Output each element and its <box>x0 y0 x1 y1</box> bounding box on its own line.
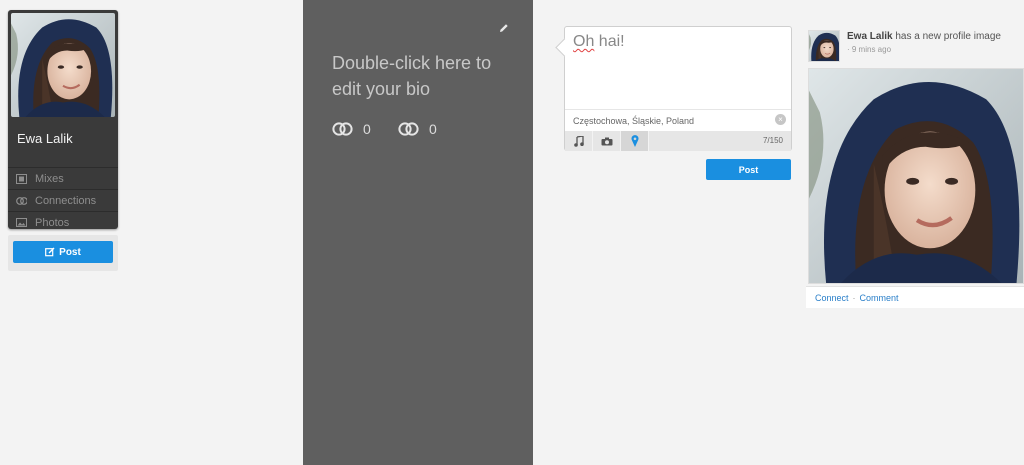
feed-photo[interactable] <box>808 68 1024 284</box>
add-location-button[interactable] <box>621 131 649 151</box>
bio-placeholder[interactable]: Double-click here to edit your bio <box>332 50 522 102</box>
composer-textarea[interactable]: Oh hai! <box>573 33 783 105</box>
composer-toolbar: 7/150 <box>565 131 791 151</box>
connections-icon <box>16 196 27 206</box>
clear-location-icon[interactable]: × <box>775 114 786 125</box>
stat-value: 0 <box>429 121 437 137</box>
feed-item: Ewa Lalik has a new profile image · 9 mi… <box>806 24 1024 308</box>
nav-item-mixes[interactable]: Mixes <box>8 167 118 189</box>
post-button-label: Post <box>59 246 81 258</box>
post-button-wrapper: Post <box>8 235 118 271</box>
nav-label: Mixes <box>35 172 64 185</box>
feed-time: · 9 mins ago <box>847 45 892 54</box>
feed-actions: Connect · Comment <box>806 286 1024 308</box>
mixes-icon <box>16 173 27 184</box>
composer-post-button[interactable]: Post <box>706 159 791 180</box>
feed-action: has a new profile image <box>892 31 1001 42</box>
char-count: 7/150 <box>762 136 783 145</box>
post-composer: Oh hai! Częstochowa, Śląskie, Poland × 7… <box>564 26 792 151</box>
nav-label: Connections <box>35 194 97 207</box>
location-pin-icon <box>631 135 638 147</box>
nav-item-connections[interactable]: Connections <box>8 189 118 211</box>
profile-avatar[interactable] <box>11 13 115 117</box>
profile-card: Ewa Lalik Mixes Connections Photos <box>8 10 118 229</box>
stat-connections-1[interactable]: 0 <box>332 121 371 137</box>
connections-icon <box>398 122 419 136</box>
pencil-icon[interactable] <box>499 20 509 38</box>
post-button[interactable]: Post <box>13 241 113 263</box>
add-photo-button[interactable] <box>593 131 621 151</box>
connect-link[interactable]: Connect <box>815 293 849 303</box>
action-separator: · <box>852 292 856 303</box>
add-music-button[interactable] <box>565 131 593 151</box>
feed-headline: Ewa Lalik has a new profile image <box>847 31 1001 42</box>
compose-icon <box>45 247 55 257</box>
music-icon <box>573 135 584 147</box>
camera-icon <box>601 137 612 145</box>
profile-name[interactable]: Ewa Lalik <box>17 131 73 146</box>
connections-icon <box>332 122 353 136</box>
bio-panel: Double-click here to edit your bio 0 0 <box>303 0 533 465</box>
composer-text-rest: hai! <box>594 33 625 50</box>
photos-icon <box>16 218 27 228</box>
nav-item-photos[interactable]: Photos <box>8 211 118 229</box>
stat-connections-2[interactable]: 0 <box>398 121 437 137</box>
profile-nav: Mixes Connections Photos <box>8 167 118 229</box>
feed-avatar[interactable] <box>808 30 840 62</box>
stat-value: 0 <box>363 121 371 137</box>
comment-link[interactable]: Comment <box>860 293 899 303</box>
location-text: Częstochowa, Śląskie, Poland <box>573 116 695 126</box>
nav-label: Photos <box>35 216 70 229</box>
composer-text-word: Oh <box>573 33 595 50</box>
feed-author[interactable]: Ewa Lalik <box>847 31 893 42</box>
location-row: Częstochowa, Śląskie, Poland × <box>565 109 791 131</box>
